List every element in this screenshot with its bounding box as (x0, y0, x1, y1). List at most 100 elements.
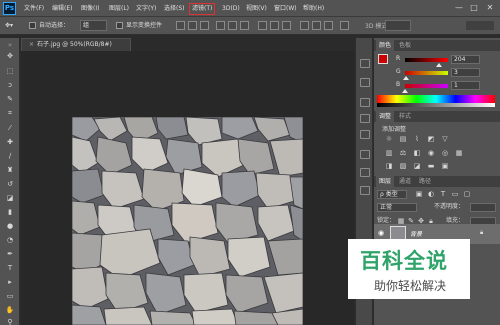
history-panel-icon[interactable] (360, 59, 370, 68)
brush-tool-icon[interactable]: ∕ (4, 151, 16, 161)
filter-pixel-icon[interactable]: ▣ (414, 190, 424, 198)
invert-icon[interactable]: ◨ (384, 162, 394, 170)
align-bottom-icon[interactable] (200, 21, 209, 30)
tab-layers[interactable]: 图层 (376, 176, 395, 187)
red-slider-track[interactable] (405, 58, 448, 62)
tool-presets-panel-icon[interactable] (360, 186, 370, 195)
auto-align-icon[interactable] (340, 21, 349, 30)
shape-tool-icon[interactable]: ▭ (4, 291, 16, 301)
document-image[interactable] (72, 117, 303, 325)
selective-color-icon[interactable]: ▣ (440, 162, 450, 170)
color-spectrum-ramp[interactable] (377, 95, 495, 103)
red-slider-handle[interactable] (436, 63, 443, 67)
workspace-dropdown[interactable] (466, 21, 494, 30)
brush-panel-icon[interactable] (360, 150, 370, 159)
tab-paths[interactable]: 路径 (416, 176, 434, 187)
auto-select-dropdown[interactable]: 组 (80, 20, 107, 31)
tab-adjustments[interactable]: 调整 (376, 111, 395, 122)
green-slider-handle[interactable] (402, 76, 409, 80)
minimize-icon[interactable]: — (452, 2, 466, 14)
opacity-field[interactable] (470, 203, 496, 212)
distribute-left-icon[interactable] (300, 21, 309, 30)
foreground-color-swatch[interactable] (378, 54, 388, 64)
menu-window[interactable]: 窗口(W) (274, 4, 297, 14)
crop-tool-icon[interactable]: ⌗ (4, 108, 16, 118)
lasso-tool-icon[interactable]: ↄ (4, 80, 16, 90)
distribute-right-icon[interactable] (324, 21, 333, 30)
align-top-icon[interactable] (176, 21, 185, 30)
blend-mode-dropdown[interactable]: 正常 (377, 203, 417, 212)
paragraph-panel-icon[interactable] (360, 114, 370, 123)
auto-select-checkbox[interactable] (29, 22, 36, 29)
color-lookup-icon[interactable]: ▦ (454, 149, 464, 157)
gradient-tool-icon[interactable]: ▮ (4, 207, 16, 217)
menu-filter[interactable]: 滤镜(T) (189, 3, 216, 15)
move-tool-icon[interactable]: ✥▾ (5, 21, 13, 31)
distribute-top-icon[interactable] (258, 21, 267, 30)
maximize-icon[interactable]: □ (467, 2, 481, 14)
menu-select[interactable]: 选择(S) (164, 4, 185, 14)
align-left-icon[interactable] (216, 21, 225, 30)
pen-tool-icon[interactable]: ✒ (4, 249, 16, 259)
posterize-icon[interactable]: ▨ (398, 162, 408, 170)
properties-panel-icon[interactable] (360, 130, 370, 139)
character-panel-icon[interactable] (360, 98, 370, 107)
marquee-tool-icon[interactable]: ⬚ (4, 66, 16, 76)
menu-help[interactable]: 帮助(H) (303, 4, 324, 14)
filter-smart-object-icon[interactable]: ▢ (462, 190, 472, 198)
green-value-field[interactable]: 3 (451, 68, 480, 77)
blur-tool-icon[interactable]: ● (4, 221, 16, 231)
tab-swatches[interactable]: 色板 (396, 40, 414, 51)
clone-source-panel-icon[interactable] (360, 168, 370, 177)
threshold-icon[interactable]: ◪ (412, 162, 422, 170)
healing-brush-tool-icon[interactable]: ✚ (4, 137, 16, 147)
color-balance-icon[interactable]: ⚖ (398, 149, 408, 157)
history-brush-tool-icon[interactable]: ↺ (4, 179, 16, 189)
red-value-field[interactable]: 204 (451, 55, 480, 64)
align-center-icon[interactable] (228, 21, 237, 30)
dodge-tool-icon[interactable]: ◔ (4, 235, 16, 245)
distribute-bottom-icon[interactable] (282, 21, 291, 30)
menu-edit[interactable]: 编辑(E) (52, 4, 72, 14)
tab-color[interactable]: 颜色 (376, 40, 395, 51)
eyedropper-tool-icon[interactable]: ⁄ (4, 123, 16, 133)
distribute-middle-icon[interactable] (270, 21, 279, 30)
menu-view[interactable]: 视图(V) (246, 4, 267, 14)
menu-3d[interactable]: 3D(D) (222, 4, 240, 14)
clone-stamp-tool-icon[interactable]: ♜ (4, 165, 16, 175)
distribute-center-icon[interactable] (312, 21, 321, 30)
photo-filter-icon[interactable]: ◉ (426, 149, 436, 157)
curves-icon[interactable]: ⌇ (412, 135, 422, 143)
document-tab[interactable]: × 石子.jpg @ 50%(RGB/8#) (21, 38, 131, 51)
tab-channels[interactable]: 通道 (396, 176, 414, 187)
filter-type-icon[interactable]: T (438, 190, 448, 198)
actions-panel-icon[interactable] (360, 78, 370, 87)
move-tool-icon[interactable]: ✥ (4, 51, 16, 61)
menu-image[interactable]: 图像(I) (81, 4, 99, 14)
path-select-tool-icon[interactable]: ▸ (4, 277, 16, 287)
show-transform-checkbox[interactable] (116, 22, 123, 29)
menu-layer[interactable]: 图层(L) (109, 4, 129, 14)
levels-icon[interactable]: ▤ (398, 135, 408, 143)
menu-type[interactable]: 文字(Y) (136, 4, 156, 14)
gradient-map-icon[interactable]: ▬ (426, 162, 436, 170)
filter-shape-icon[interactable]: ▭ (450, 190, 460, 198)
align-middle-icon[interactable] (188, 21, 197, 30)
zoom-tool-icon[interactable]: ⚲ (4, 317, 16, 325)
hand-tool-icon[interactable]: ✋ (4, 305, 16, 315)
mode-3d-dropdown[interactable] (385, 20, 411, 31)
brightness-contrast-icon[interactable]: ☼ (384, 135, 394, 143)
blue-slider-track[interactable] (405, 84, 448, 88)
close-document-icon[interactable]: × (29, 41, 34, 48)
green-slider-track[interactable] (405, 71, 448, 75)
eraser-tool-icon[interactable]: ◪ (4, 193, 16, 203)
type-tool-icon[interactable]: T (4, 263, 16, 273)
blue-slider-handle[interactable] (402, 89, 409, 93)
tab-styles[interactable]: 样式 (396, 111, 414, 122)
vibrance-icon[interactable]: ▽ (440, 135, 450, 143)
eye-icon[interactable]: ◉ (378, 229, 386, 237)
channel-mixer-icon[interactable]: ◎ (440, 149, 450, 157)
exposure-icon[interactable]: ◩ (426, 135, 436, 143)
layer-filter-dropdown[interactable]: ρ 类型 (377, 190, 407, 199)
menu-file[interactable]: 文件(F) (24, 4, 44, 14)
